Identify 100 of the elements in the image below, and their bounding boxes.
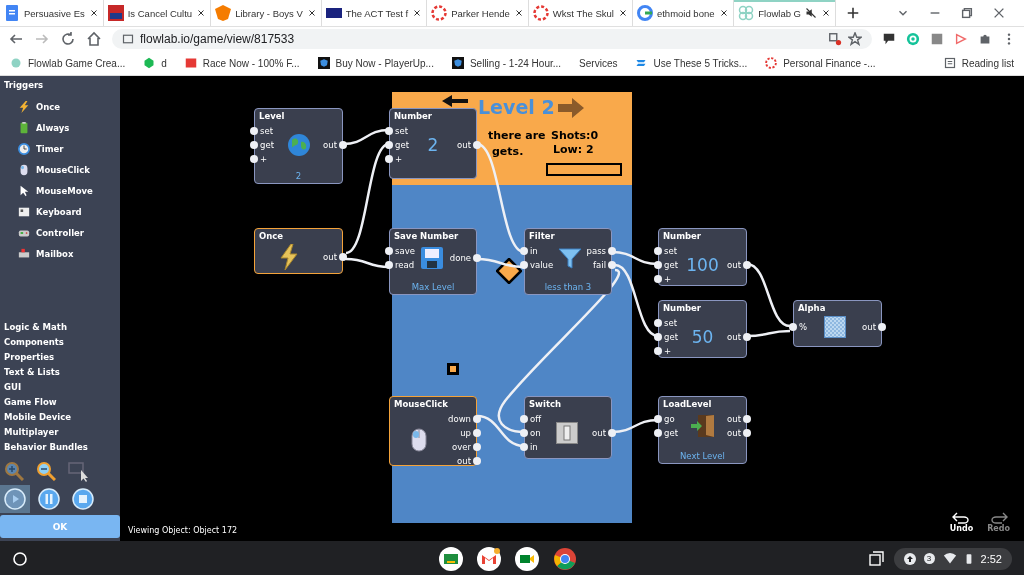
- star-icon[interactable]: [848, 32, 862, 46]
- port-dot[interactable]: [339, 253, 347, 261]
- trigger-item[interactable]: Keyboard: [36, 206, 82, 217]
- bookmark-link[interactable]: d: [161, 57, 167, 69]
- bookmark-link[interactable]: Race Now - 100% F...: [202, 57, 300, 69]
- port-dot[interactable]: [878, 323, 886, 331]
- trigger-item[interactable]: MouseClick: [36, 164, 90, 175]
- port-dot[interactable]: [608, 261, 616, 269]
- port-dot[interactable]: [520, 429, 528, 437]
- port-dot[interactable]: [385, 155, 393, 163]
- browser-icon[interactable]: [552, 546, 577, 571]
- port-dot[interactable]: [743, 415, 751, 423]
- port-dot[interactable]: [654, 319, 662, 327]
- port-dot[interactable]: [473, 141, 481, 149]
- zoom-out-icon[interactable]: [36, 461, 56, 481]
- close-icon[interactable]: [513, 8, 524, 18]
- screenshot-icon[interactable]: [867, 550, 884, 567]
- category-item[interactable]: Properties: [4, 350, 120, 365]
- category-item[interactable]: GUI: [4, 380, 120, 395]
- category-item[interactable]: Components: [4, 335, 120, 350]
- bookmark-link[interactable]: Personal Finance -...: [783, 57, 876, 69]
- port-dot[interactable]: [473, 429, 481, 437]
- close-icon[interactable]: [719, 8, 730, 18]
- category-item[interactable]: Logic & Math: [4, 320, 120, 335]
- category-item[interactable]: Multiplayer: [4, 425, 120, 440]
- port-label: get: [664, 332, 678, 342]
- browser-tab[interactable]: Flowlab G: [734, 0, 836, 26]
- restore-icon[interactable]: [960, 6, 974, 20]
- category-item[interactable]: Mobile Device: [4, 410, 120, 425]
- reload-icon[interactable]: [60, 31, 76, 47]
- port-dot[interactable]: [520, 415, 528, 423]
- play-outline-icon[interactable]: [954, 32, 968, 46]
- trigger-item[interactable]: Mailbox: [36, 248, 74, 259]
- close-icon[interactable]: [412, 8, 423, 18]
- close-icon[interactable]: [196, 8, 207, 18]
- port-dot[interactable]: [520, 247, 528, 255]
- port-dot[interactable]: [250, 127, 258, 135]
- port-dot[interactable]: [743, 429, 751, 437]
- bookmark-link[interactable]: Buy Now - PlayerUp...: [335, 57, 434, 69]
- close-icon[interactable]: [821, 8, 831, 18]
- status-text: Viewing Object: Object 172: [128, 526, 238, 535]
- trigger-item[interactable]: MouseMove: [36, 185, 93, 196]
- bookmark-link[interactable]: Selling - 1-24 Hour...: [469, 57, 562, 69]
- puzzle-icon[interactable]: [978, 32, 992, 46]
- port-dot[interactable]: [654, 247, 662, 255]
- port-dot[interactable]: [385, 141, 393, 149]
- popup-blocked-icon[interactable]: [828, 32, 842, 46]
- port-dot[interactable]: [654, 333, 662, 341]
- bookmark-link[interactable]: Services: [579, 57, 618, 69]
- port-dot[interactable]: [789, 323, 797, 331]
- undo-button[interactable]: Undo: [949, 512, 974, 533]
- port-dot[interactable]: [385, 127, 393, 135]
- port-label: done: [449, 253, 471, 263]
- launcher-icon[interactable]: [12, 550, 28, 567]
- trigger-item[interactable]: Timer: [36, 143, 64, 154]
- port-dot[interactable]: [473, 415, 481, 423]
- close-icon[interactable]: [617, 8, 628, 18]
- port-dot[interactable]: [743, 261, 751, 269]
- port-dot[interactable]: [473, 443, 481, 451]
- port-dot[interactable]: [608, 247, 616, 255]
- classroom-icon[interactable]: [438, 546, 463, 571]
- close-icon[interactable]: [306, 8, 317, 18]
- port-dot[interactable]: [654, 415, 662, 423]
- zoom-in-icon[interactable]: [4, 461, 24, 481]
- close-icon[interactable]: [992, 6, 1006, 20]
- port-dot[interactable]: [608, 429, 616, 437]
- port-dot[interactable]: [250, 155, 258, 163]
- mail-icon[interactable]: [476, 546, 501, 571]
- square-icon[interactable]: [930, 32, 944, 46]
- selection-cursor-icon[interactable]: [68, 461, 90, 483]
- port-dot[interactable]: [520, 443, 528, 451]
- port-dot[interactable]: [385, 261, 393, 269]
- port-dot[interactable]: [654, 429, 662, 437]
- port-dot[interactable]: [520, 261, 528, 269]
- address-bar[interactable]: flowlab.io/game/view/817533: [112, 29, 872, 49]
- port-dot[interactable]: [339, 141, 347, 149]
- category-item[interactable]: Text & Lists: [4, 365, 120, 380]
- speech-bubble-icon[interactable]: [882, 32, 896, 46]
- reading-list-button[interactable]: Reading list: [961, 57, 1014, 69]
- port-dot[interactable]: [654, 275, 662, 283]
- status-tray[interactable]: 3 2:52: [893, 547, 1012, 570]
- category-item[interactable]: Game Flow: [4, 395, 120, 410]
- port-dot[interactable]: [654, 261, 662, 269]
- port-dot[interactable]: [654, 347, 662, 355]
- port-dot[interactable]: [250, 141, 258, 149]
- play-button[interactable]: [0, 485, 30, 513]
- port-dot[interactable]: [743, 333, 751, 341]
- trigger-item[interactable]: Always: [36, 122, 70, 133]
- trigger-item[interactable]: Once: [36, 101, 61, 112]
- port-dot[interactable]: [473, 254, 481, 262]
- port-dot[interactable]: [385, 247, 393, 255]
- category-item[interactable]: Behavior Bundles: [4, 440, 120, 455]
- new-tab-icon[interactable]: [846, 6, 860, 20]
- bookmark-link[interactable]: Use These 5 Tricks...: [653, 57, 748, 69]
- bookmark-link[interactable]: Flowlab Game Crea...: [28, 57, 126, 69]
- video-camera-icon[interactable]: [514, 546, 539, 571]
- trigger-item[interactable]: Controller: [36, 227, 84, 238]
- port-dot[interactable]: [473, 457, 481, 465]
- close-icon[interactable]: [88, 8, 99, 18]
- home-icon[interactable]: [86, 31, 102, 47]
